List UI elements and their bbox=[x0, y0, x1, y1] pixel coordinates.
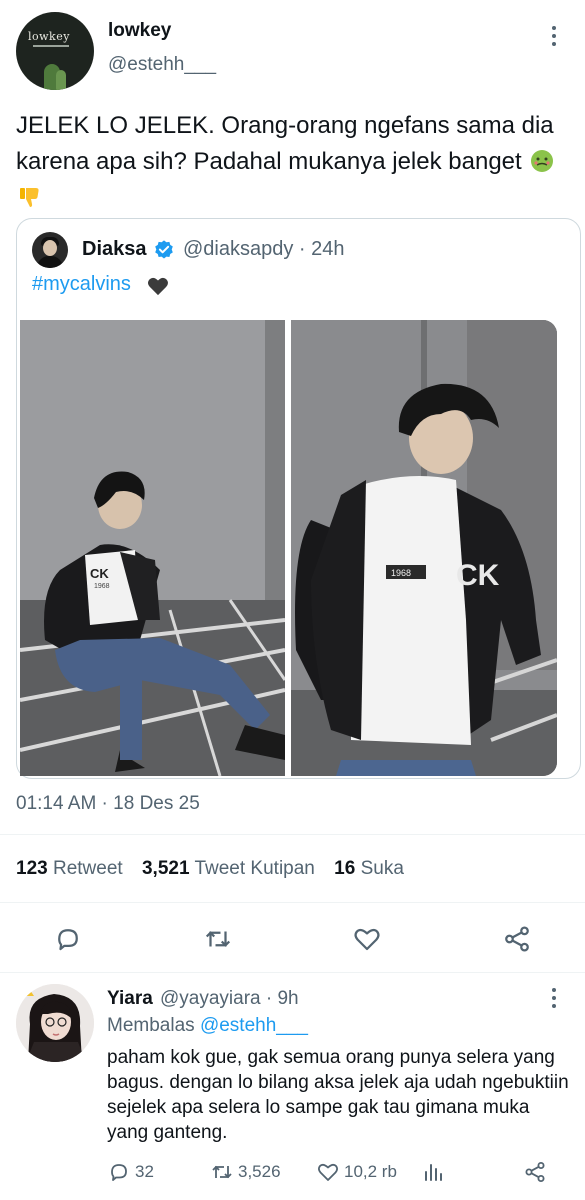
photo-standing-year: 1968 bbox=[391, 568, 411, 578]
likes-count: 16 bbox=[334, 858, 356, 879]
reply-more-options-icon[interactable] bbox=[546, 988, 562, 1014]
share-icon bbox=[525, 1162, 545, 1182]
black-heart-emoji bbox=[148, 277, 168, 296]
quoted-photo-seated[interactable]: CK 1968 bbox=[20, 320, 285, 776]
share-icon[interactable] bbox=[502, 924, 532, 954]
reply-like-button[interactable]: 10,2 rb bbox=[316, 1160, 397, 1184]
retweets-count: 123 bbox=[16, 858, 48, 879]
reply-analytics-button[interactable] bbox=[421, 1160, 445, 1184]
quoted-hashtag-link[interactable]: #mycalvins bbox=[32, 273, 131, 296]
reply-retweet-count: 3,526 bbox=[238, 1162, 281, 1181]
avatar-plant-leaf bbox=[56, 70, 66, 90]
quoted-photo-standing[interactable]: 1968 CK bbox=[291, 320, 557, 776]
reply-author-handle[interactable]: @yayayiara · 9h bbox=[160, 988, 299, 1010]
quotes-count: 3,521 bbox=[141, 858, 190, 879]
nauseated-face-emoji bbox=[531, 150, 554, 172]
more-options-icon[interactable] bbox=[546, 26, 562, 52]
reply-retweet-button[interactable]: 3,526 bbox=[210, 1160, 281, 1184]
quoted-author-avatar[interactable] bbox=[32, 232, 68, 268]
replying-to: Membalas @estehh___ bbox=[107, 1015, 308, 1037]
likes-label: Suka bbox=[360, 858, 404, 879]
like-icon bbox=[317, 1163, 339, 1181]
reply-reply-button[interactable]: 32 bbox=[107, 1160, 154, 1184]
author-handle[interactable]: @estehh___ bbox=[108, 54, 216, 76]
divider-top bbox=[0, 834, 585, 835]
photo-seated-image: CK 1968 bbox=[20, 320, 285, 776]
quoted-author-name[interactable]: Diaksa bbox=[82, 238, 147, 261]
reply-text: paham kok gue, gak semua orang punya sel… bbox=[107, 1047, 569, 1143]
reply-share-button[interactable] bbox=[523, 1160, 547, 1184]
photo-standing-ck-mark: CK bbox=[456, 559, 500, 592]
author-avatar[interactable]: lowkey bbox=[16, 12, 94, 90]
tweet-timestamp[interactable]: 01:14 AM · 18 Des 25 bbox=[16, 793, 200, 815]
photo-seated-year: 1968 bbox=[94, 583, 110, 590]
quotes-label: Tweet Kutipan bbox=[194, 858, 315, 879]
photo-standing-image: 1968 CK bbox=[291, 320, 557, 776]
reply-reply-count: 32 bbox=[135, 1162, 154, 1181]
retweets-stat[interactable]: 123 Retweet bbox=[16, 858, 123, 879]
avatar-logo-text: lowkey bbox=[28, 30, 70, 43]
author-name[interactable]: lowkey bbox=[108, 20, 171, 42]
thumbs-down-emoji bbox=[20, 188, 39, 207]
photo-seated-ck-mark: CK bbox=[90, 566, 109, 581]
reply-icon[interactable] bbox=[53, 924, 83, 954]
verified-badge-icon bbox=[155, 240, 173, 259]
reply-avatar-image bbox=[16, 984, 94, 1062]
tweet-stats: 123 Retweet 3,521 Tweet Kutipan 16 Suka bbox=[16, 858, 404, 880]
reply-like-count: 10,2 rb bbox=[344, 1162, 397, 1181]
avatar-logo-underline bbox=[33, 45, 69, 47]
reply-icon bbox=[111, 1164, 127, 1181]
retweet-icon[interactable] bbox=[203, 924, 233, 954]
likes-stat[interactable]: 16 Suka bbox=[334, 858, 404, 879]
analytics-icon bbox=[425, 1164, 442, 1181]
tweet-body: JELEK LO JELEK. Orang-orang ngefans sama… bbox=[16, 112, 554, 175]
reply-author-avatar[interactable] bbox=[16, 984, 94, 1062]
reply-author-name[interactable]: Yiara bbox=[107, 988, 153, 1010]
retweets-label: Retweet bbox=[52, 858, 123, 879]
like-icon[interactable] bbox=[352, 924, 382, 954]
divider-bottom bbox=[0, 972, 585, 973]
divider-middle bbox=[0, 902, 585, 903]
tweet-text: JELEK LO JELEK. Orang-orang ngefans sama… bbox=[16, 108, 571, 216]
replying-prefix: Membalas bbox=[107, 1015, 195, 1036]
retweet-icon bbox=[212, 1165, 232, 1179]
replying-to-mention[interactable]: @estehh___ bbox=[200, 1015, 308, 1036]
quotes-stat[interactable]: 3,521 Tweet Kutipan bbox=[142, 858, 315, 879]
quoted-author-handle[interactable]: @diaksapdy · 24h bbox=[183, 238, 345, 261]
